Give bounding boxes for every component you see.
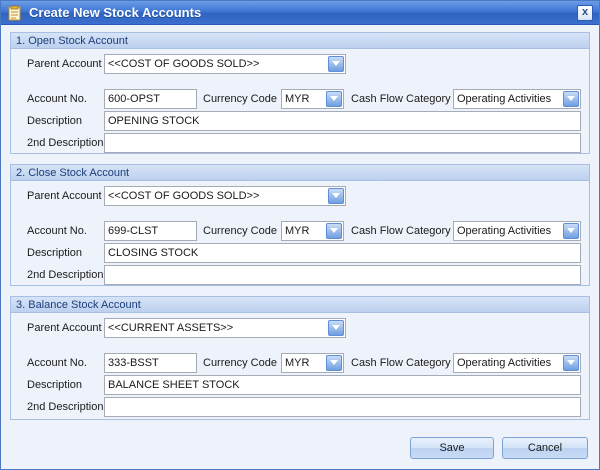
second-description-input[interactable]: [104, 397, 581, 417]
second-description-input[interactable]: [104, 133, 581, 153]
description-label: Description: [27, 379, 83, 391]
save-button[interactable]: Save: [410, 437, 494, 459]
cancel-button[interactable]: Cancel: [502, 437, 588, 459]
account-no-input[interactable]: 333-BSST: [104, 353, 197, 373]
parent-account-value: <<COST OF GOODS SOLD>>: [108, 190, 260, 202]
second-description-label: 2nd Description: [27, 401, 104, 413]
account-no-input[interactable]: 699-CLST: [104, 221, 197, 241]
currency-code-value: MYR: [285, 225, 310, 237]
account-no-label: Account No.: [27, 93, 87, 105]
section-header: 1. Open Stock Account: [11, 33, 589, 49]
close-icon[interactable]: x: [577, 5, 593, 21]
cash-flow-category-value: Operating Activities: [457, 93, 552, 105]
create-stock-accounts-dialog: Create New Stock Accounts x 1. Open Stoc…: [0, 0, 600, 470]
cash-flow-category-select[interactable]: Operating Activities: [453, 221, 581, 241]
description-input[interactable]: CLOSING STOCK: [104, 243, 581, 263]
chevron-down-icon[interactable]: [563, 355, 579, 371]
title-bar[interactable]: Create New Stock Accounts x: [1, 1, 599, 25]
currency-code-value: MYR: [285, 93, 310, 105]
parent-account-select[interactable]: <<COST OF GOODS SOLD>>: [104, 54, 346, 74]
currency-code-select[interactable]: MYR: [281, 89, 344, 109]
second-description-label: 2nd Description: [27, 269, 104, 281]
parent-account-label: Parent Account: [27, 58, 102, 70]
account-no-label: Account No.: [27, 357, 87, 369]
window-title: Create New Stock Accounts: [29, 5, 202, 20]
currency-code-label: Currency Code: [203, 93, 277, 105]
description-label: Description: [27, 247, 83, 259]
currency-code-value: MYR: [285, 357, 310, 369]
cash-flow-category-label: Cash Flow Category: [351, 225, 451, 237]
cash-flow-category-select[interactable]: Operating Activities: [453, 89, 581, 109]
account-no-label: Account No.: [27, 225, 87, 237]
parent-account-select[interactable]: <<COST OF GOODS SOLD>>: [104, 186, 346, 206]
chevron-down-icon[interactable]: [326, 223, 342, 239]
chevron-down-icon[interactable]: [328, 320, 344, 336]
parent-account-value: <<CURRENT ASSETS>>: [108, 322, 234, 334]
cash-flow-category-label: Cash Flow Category: [351, 93, 451, 105]
cash-flow-category-value: Operating Activities: [457, 357, 552, 369]
currency-code-label: Currency Code: [203, 225, 277, 237]
chevron-down-icon[interactable]: [563, 223, 579, 239]
description-input[interactable]: OPENING STOCK: [104, 111, 581, 131]
currency-code-label: Currency Code: [203, 357, 277, 369]
parent-account-label: Parent Account: [27, 322, 102, 334]
chevron-down-icon[interactable]: [326, 91, 342, 107]
parent-account-select[interactable]: <<CURRENT ASSETS>>: [104, 318, 346, 338]
chevron-down-icon[interactable]: [328, 56, 344, 72]
cash-flow-category-select[interactable]: Operating Activities: [453, 353, 581, 373]
currency-code-select[interactable]: MYR: [281, 221, 344, 241]
description-input[interactable]: BALANCE SHEET STOCK: [104, 375, 581, 395]
chevron-down-icon[interactable]: [326, 355, 342, 371]
document-form-icon: [7, 5, 23, 21]
chevron-down-icon[interactable]: [328, 188, 344, 204]
cash-flow-category-label: Cash Flow Category: [351, 357, 451, 369]
parent-account-label: Parent Account: [27, 190, 102, 202]
second-description-input[interactable]: [104, 265, 581, 285]
second-description-label: 2nd Description: [27, 137, 104, 149]
section-header: 3. Balance Stock Account: [11, 297, 589, 313]
cash-flow-category-value: Operating Activities: [457, 225, 552, 237]
chevron-down-icon[interactable]: [563, 91, 579, 107]
parent-account-value: <<COST OF GOODS SOLD>>: [108, 58, 260, 70]
account-no-input[interactable]: 600-OPST: [104, 89, 197, 109]
currency-code-select[interactable]: MYR: [281, 353, 344, 373]
section-header: 2. Close Stock Account: [11, 165, 589, 181]
description-label: Description: [27, 115, 83, 127]
